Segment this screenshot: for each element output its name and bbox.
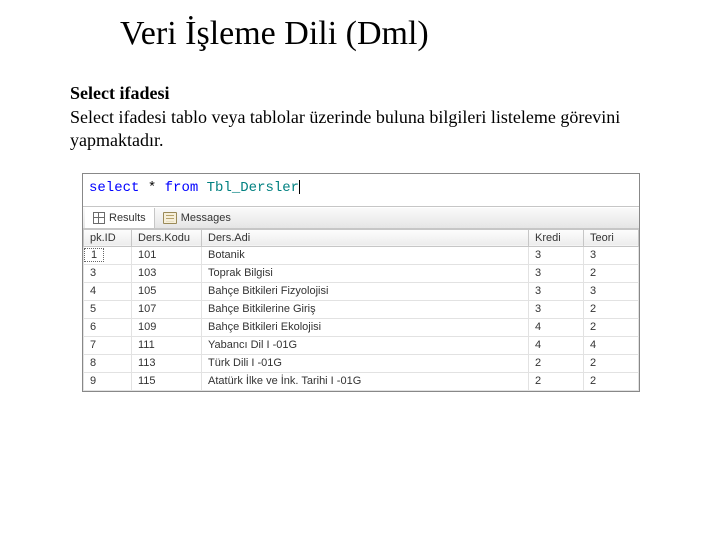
cell-adi[interactable]: Atatürk İlke ve İnk. Tarihi I -01G [202,372,529,390]
text-cursor [299,180,300,194]
cell-teori[interactable]: 4 [584,336,639,354]
col-pk-id[interactable]: pk.ID [84,229,132,246]
cell-adi[interactable]: Türk Dili I -01G [202,354,529,372]
cell-kredi[interactable]: 3 [529,246,584,264]
cell-kodu[interactable]: 109 [132,318,202,336]
cell-teori[interactable]: 2 [584,300,639,318]
cell-kredi[interactable]: 2 [529,354,584,372]
cell-id[interactable]: 6 [84,318,132,336]
table-row[interactable]: 6109Bahçe Bitkileri Ekolojisi42 [84,318,639,336]
cell-teori[interactable]: 2 [584,318,639,336]
sql-keyword-select: select [89,180,139,196]
message-icon [163,212,177,224]
tab-label-messages: Messages [181,212,231,224]
cell-kredi[interactable]: 2 [529,372,584,390]
cell-kodu[interactable]: 107 [132,300,202,318]
selected-cell-indicator: 1 [84,248,104,262]
cell-id[interactable]: 4 [84,282,132,300]
cell-id[interactable]: 3 [84,264,132,282]
cell-id[interactable]: 9 [84,372,132,390]
tab-messages[interactable]: Messages [155,208,240,228]
col-ders-adi[interactable]: Ders.Adi [202,229,529,246]
cell-id[interactable]: 1 [84,246,132,264]
results-tabs-bar: Results Messages [83,207,639,229]
slide: Veri İşleme Dili (Dml) Select ifadesi Se… [0,15,720,392]
cell-kodu[interactable]: 103 [132,264,202,282]
page-title: Veri İşleme Dili (Dml) [120,15,650,53]
sql-screenshot-panel: select * from Tbl_Dersler Results Messag… [82,173,640,392]
cell-adi[interactable]: Toprak Bilgisi [202,264,529,282]
tab-results[interactable]: Results [85,208,155,228]
col-kredi[interactable]: Kredi [529,229,584,246]
cell-kredi[interactable]: 3 [529,300,584,318]
cell-adi[interactable]: Bahçe Bitkilerine Giriş [202,300,529,318]
cell-teori[interactable]: 2 [584,354,639,372]
sql-star: * [139,180,164,196]
cell-id[interactable]: 5 [84,300,132,318]
cell-teori[interactable]: 3 [584,282,639,300]
cell-adi[interactable]: Bahçe Bitkileri Fizyolojisi [202,282,529,300]
cell-id[interactable]: 8 [84,354,132,372]
section-subtitle: Select ifadesi [70,83,650,104]
col-ders-kodu[interactable]: Ders.Kodu [132,229,202,246]
cell-adi[interactable]: Bahçe Bitkileri Ekolojisi [202,318,529,336]
sql-editor[interactable]: select * from Tbl_Dersler [83,174,639,207]
table-row[interactable]: 8113Türk Dili I -01G22 [84,354,639,372]
tab-label-results: Results [109,212,146,224]
cell-adi[interactable]: Yabancı Dil I -01G [202,336,529,354]
table-row[interactable]: 9115Atatürk İlke ve İnk. Tarihi I -01G22 [84,372,639,390]
cell-kredi[interactable]: 4 [529,318,584,336]
grid-icon [93,212,105,224]
sql-keyword-from: from [165,180,199,196]
cell-kredi[interactable]: 3 [529,264,584,282]
table-row[interactable]: 7111Yabancı Dil I -01G44 [84,336,639,354]
cell-kodu[interactable]: 113 [132,354,202,372]
cell-kredi[interactable]: 4 [529,336,584,354]
table-header-row: pk.ID Ders.Kodu Ders.Adi Kredi Teori [84,229,639,246]
cell-teori[interactable]: 2 [584,264,639,282]
sql-table-name: Tbl_Dersler [207,180,299,196]
cell-kodu[interactable]: 111 [132,336,202,354]
col-teori[interactable]: Teori [584,229,639,246]
cell-adi[interactable]: Botanik [202,246,529,264]
results-table: pk.ID Ders.Kodu Ders.Adi Kredi Teori 1 10… [83,229,639,391]
cell-kodu[interactable]: 105 [132,282,202,300]
cell-kodu[interactable]: 115 [132,372,202,390]
table-row[interactable]: 1101Botanik33 [84,246,639,264]
cell-id[interactable]: 7 [84,336,132,354]
body-text: Select ifadesi tablo veya tablolar üzeri… [70,106,650,153]
table-row[interactable]: 3103Toprak Bilgisi32 [84,264,639,282]
cell-kredi[interactable]: 3 [529,282,584,300]
cell-kodu[interactable]: 101 [132,246,202,264]
sql-space [198,180,206,196]
table-row[interactable]: 5107Bahçe Bitkilerine Giriş32 [84,300,639,318]
cell-teori[interactable]: 2 [584,372,639,390]
table-row[interactable]: 4105Bahçe Bitkileri Fizyolojisi33 [84,282,639,300]
cell-teori[interactable]: 3 [584,246,639,264]
